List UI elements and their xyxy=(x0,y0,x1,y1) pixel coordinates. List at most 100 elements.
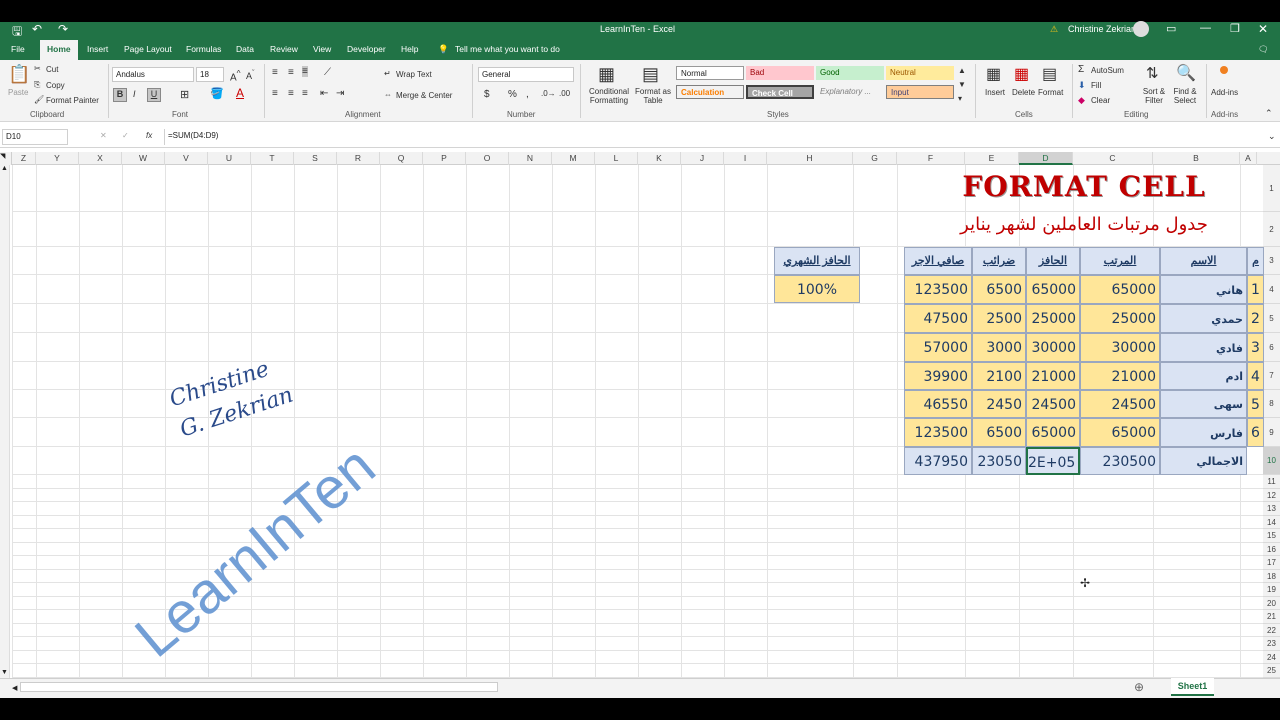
name-box[interactable]: D10 xyxy=(2,129,68,145)
avatar[interactable] xyxy=(1133,21,1149,37)
add-sheet-icon[interactable]: ⊕ xyxy=(1134,680,1144,694)
cell-name[interactable]: فادي xyxy=(1160,333,1247,362)
cell-salary[interactable]: 65000 xyxy=(1080,275,1160,304)
enter-icon[interactable]: ✓ xyxy=(122,131,129,140)
cell-net[interactable]: 39900 xyxy=(904,362,972,390)
header-name[interactable]: الاسم xyxy=(1160,247,1247,275)
conditional-formatting-button[interactable]: Conditional Formatting xyxy=(586,87,632,105)
style-calculation[interactable]: Calculation xyxy=(676,85,744,99)
cell-name[interactable]: هاني xyxy=(1160,275,1247,304)
row-header[interactable]: 5 xyxy=(1263,304,1280,333)
ribbon-display-icon[interactable]: ▭ xyxy=(1166,22,1176,35)
cell-num[interactable]: 6 xyxy=(1247,418,1264,447)
bold-button[interactable]: B xyxy=(113,88,127,102)
tab-sheet1[interactable]: Sheet1 xyxy=(1171,678,1214,696)
increase-decimal-icon[interactable]: .0→ xyxy=(541,89,556,98)
fill-icon[interactable]: ⬇ xyxy=(1078,80,1086,91)
column-header[interactable]: I xyxy=(724,152,767,165)
total-bonus-selected[interactable]: 2E+05 xyxy=(1026,447,1080,475)
row-header[interactable]: 14 xyxy=(1263,516,1280,529)
cell-num[interactable]: 1 xyxy=(1247,275,1264,304)
row-header[interactable]: 16 xyxy=(1263,543,1280,556)
column-header[interactable]: B xyxy=(1153,152,1240,165)
styles-more-icon[interactable]: ▾ xyxy=(958,94,962,103)
cell-name[interactable]: سهى xyxy=(1160,390,1247,418)
row-header[interactable]: 10 xyxy=(1263,447,1280,475)
row-header[interactable]: 23 xyxy=(1263,637,1280,651)
insert-button[interactable]: Insert xyxy=(985,88,1005,97)
tab-review[interactable]: Review xyxy=(270,44,298,54)
column-header[interactable]: G xyxy=(853,152,897,165)
header-salary[interactable]: المرتب xyxy=(1080,247,1160,275)
cell-salary[interactable]: 65000 xyxy=(1080,418,1160,447)
align-left-icon[interactable]: ≡ xyxy=(272,88,278,99)
wrap-text-icon[interactable]: ↵ xyxy=(384,69,391,78)
cut-icon[interactable]: ✂ xyxy=(34,64,41,73)
close-icon[interactable]: ✕ xyxy=(1258,22,1268,36)
minimize-icon[interactable]: — xyxy=(1200,22,1211,34)
row-header[interactable]: 21 xyxy=(1263,610,1280,624)
sort-filter-button[interactable]: Sort & Filter xyxy=(1140,87,1168,105)
row-header[interactable]: 25 xyxy=(1263,664,1280,678)
row-header[interactable]: 11 xyxy=(1263,475,1280,489)
insert-cells-icon[interactable]: ▦ xyxy=(986,64,1001,84)
format-painter-icon[interactable]: 🖌 xyxy=(34,95,44,104)
column-header[interactable]: M xyxy=(552,152,595,165)
cell-tax[interactable]: 2100 xyxy=(972,362,1026,390)
grow-font-icon[interactable]: A^ xyxy=(230,68,241,83)
currency-button[interactable]: $ xyxy=(484,89,490,100)
style-check-cell[interactable]: Check Cell xyxy=(746,85,814,99)
header-num[interactable]: م xyxy=(1247,247,1264,275)
column-header[interactable]: Q xyxy=(380,152,423,165)
column-header[interactable]: P xyxy=(423,152,466,165)
row-header[interactable]: 2 xyxy=(1263,212,1280,247)
cell-net[interactable]: 123500 xyxy=(904,418,972,447)
total-net[interactable]: 437950 xyxy=(904,447,972,475)
row-header[interactable]: 1 xyxy=(1263,165,1280,212)
paste-icon[interactable]: 📋 xyxy=(8,64,30,85)
cell-tax[interactable]: 2450 xyxy=(972,390,1026,418)
total-label[interactable]: الاجمالي xyxy=(1160,447,1247,475)
style-good[interactable]: Good xyxy=(816,66,884,80)
tab-view[interactable]: View xyxy=(313,44,331,54)
tab-developer[interactable]: Developer xyxy=(347,44,386,54)
copy-button[interactable]: Copy xyxy=(46,81,65,90)
column-header[interactable]: O xyxy=(466,152,509,165)
row-header[interactable]: 19 xyxy=(1263,583,1280,597)
tab-insert[interactable]: Insert xyxy=(87,44,108,54)
find-select-icon[interactable]: 🔍 xyxy=(1176,63,1196,83)
undo-icon[interactable]: ↶ xyxy=(32,22,42,36)
format-cells-icon[interactable]: ▤ xyxy=(1042,64,1057,84)
tab-page-layout[interactable]: Page Layout xyxy=(124,44,172,54)
cell-bonus[interactable]: 65000 xyxy=(1026,418,1080,447)
format-table-icon[interactable]: ▤ xyxy=(642,64,659,85)
cell-bonus[interactable]: 30000 xyxy=(1026,333,1080,362)
redo-icon[interactable]: ↷ xyxy=(58,22,68,36)
orientation-icon[interactable]: ⟋ xyxy=(324,67,331,78)
styles-scroll-up-icon[interactable]: ▲ xyxy=(958,66,966,75)
row-header[interactable]: 22 xyxy=(1263,624,1280,637)
cut-button[interactable]: Cut xyxy=(46,65,58,74)
format-button[interactable]: Format xyxy=(1038,88,1063,97)
row-header[interactable]: 4 xyxy=(1263,275,1280,304)
row-header[interactable]: 8 xyxy=(1263,390,1280,418)
comma-button[interactable]: , xyxy=(526,89,529,100)
row-header[interactable]: 7 xyxy=(1263,362,1280,390)
borders-icon[interactable]: ⊞ xyxy=(180,88,189,101)
header-tax[interactable]: ضرائب xyxy=(972,247,1026,275)
scrollbar-horizontal[interactable] xyxy=(20,682,498,692)
cell-name[interactable]: حمدي xyxy=(1160,304,1247,333)
tab-formulas[interactable]: Formulas xyxy=(186,44,221,54)
find-select-button[interactable]: Find & Select xyxy=(1170,87,1200,105)
row-header[interactable]: 9 xyxy=(1263,418,1280,447)
style-explanatory[interactable]: Explanatory ... xyxy=(816,85,884,99)
align-top-icon[interactable]: ≡ xyxy=(272,67,278,78)
header-bonus[interactable]: الحافز xyxy=(1026,247,1080,275)
maximize-icon[interactable]: ❐ xyxy=(1230,22,1240,35)
merge-center-button[interactable]: Merge & Center xyxy=(396,91,452,100)
row-header[interactable]: 18 xyxy=(1263,570,1280,583)
copy-icon[interactable]: ⎘ xyxy=(34,80,40,90)
merge-icon[interactable]: ⇔ xyxy=(384,90,392,99)
clear-button[interactable]: Clear xyxy=(1091,96,1110,105)
cell-tax[interactable]: 2500 xyxy=(972,304,1026,333)
